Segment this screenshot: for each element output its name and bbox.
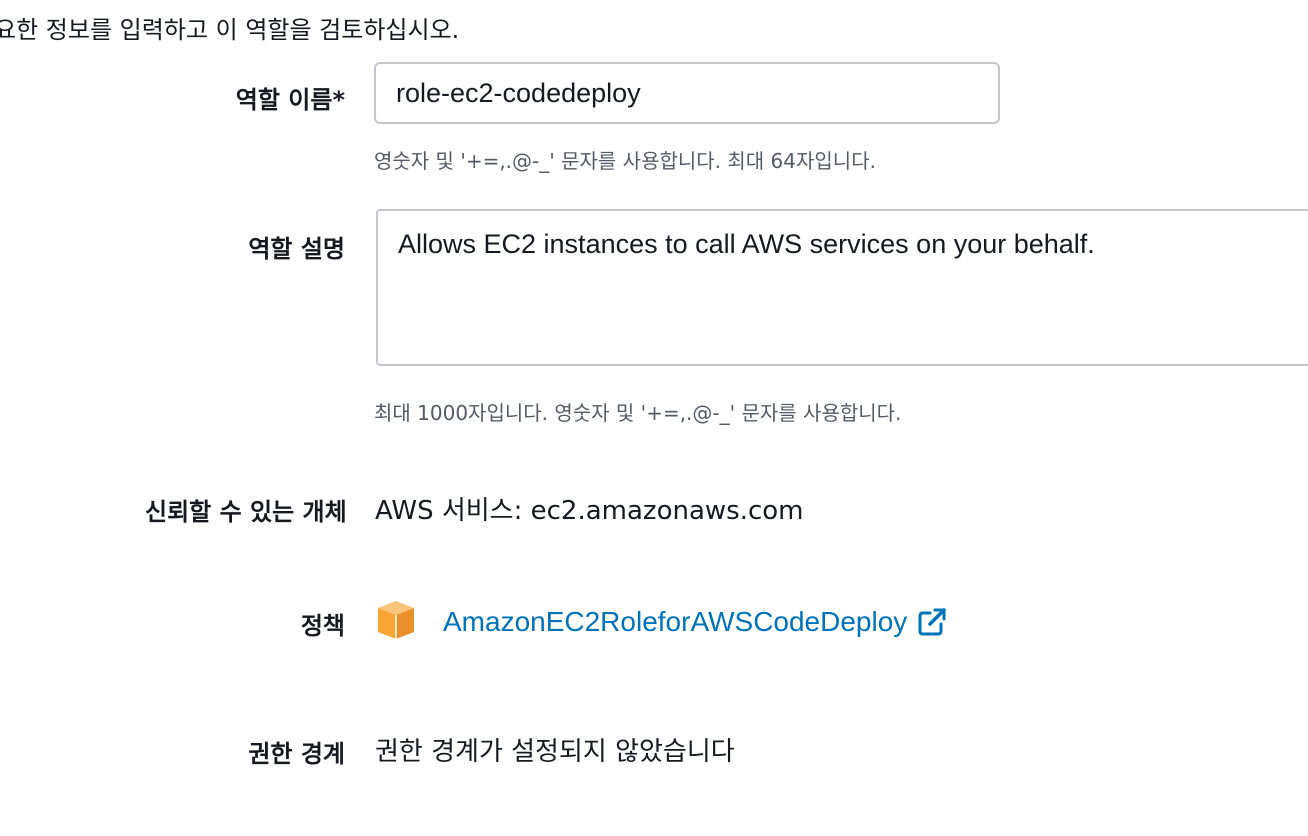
- role-name-label: 역할 이름*: [235, 86, 345, 114]
- policy-cube-icon: [378, 601, 414, 639]
- policy-link-text[interactable]: AmazonEC2RoleforAWSCodeDeploy: [443, 606, 907, 638]
- role-description-textarea[interactable]: Allows EC2 instances to call AWS service…: [376, 209, 1308, 366]
- trusted-entity-label: 신뢰할 수 있는 개체: [145, 498, 347, 526]
- intro-text: 요한 정보를 입력하고 이 역할을 검토하십시오.: [0, 16, 460, 44]
- permissions-boundary-label: 권한 경계: [248, 740, 345, 768]
- role-name-hint: 영숫자 및 '+=,.@-_' 문자를 사용합니다. 최대 64자입니다.: [374, 149, 876, 173]
- external-link-icon[interactable]: [917, 607, 947, 637]
- role-name-input[interactable]: role-ec2-codedeploy: [374, 62, 1000, 124]
- role-description-label: 역할 설명: [248, 235, 345, 263]
- review-role-page: 요한 정보를 입력하고 이 역할을 검토하십시오. 역할 이름* role-ec…: [0, 0, 1308, 836]
- policy-label: 정책: [300, 612, 345, 640]
- policy-link[interactable]: AmazonEC2RoleforAWSCodeDeploy: [443, 606, 947, 638]
- role-description-hint: 최대 1000자입니다. 영숫자 및 '+=,.@-_' 문자를 사용합니다.: [374, 401, 902, 425]
- permissions-boundary-value: 권한 경계가 설정되지 않았습니다: [375, 737, 735, 767]
- trusted-entity-value: AWS 서비스: ec2.amazonaws.com: [375, 496, 804, 526]
